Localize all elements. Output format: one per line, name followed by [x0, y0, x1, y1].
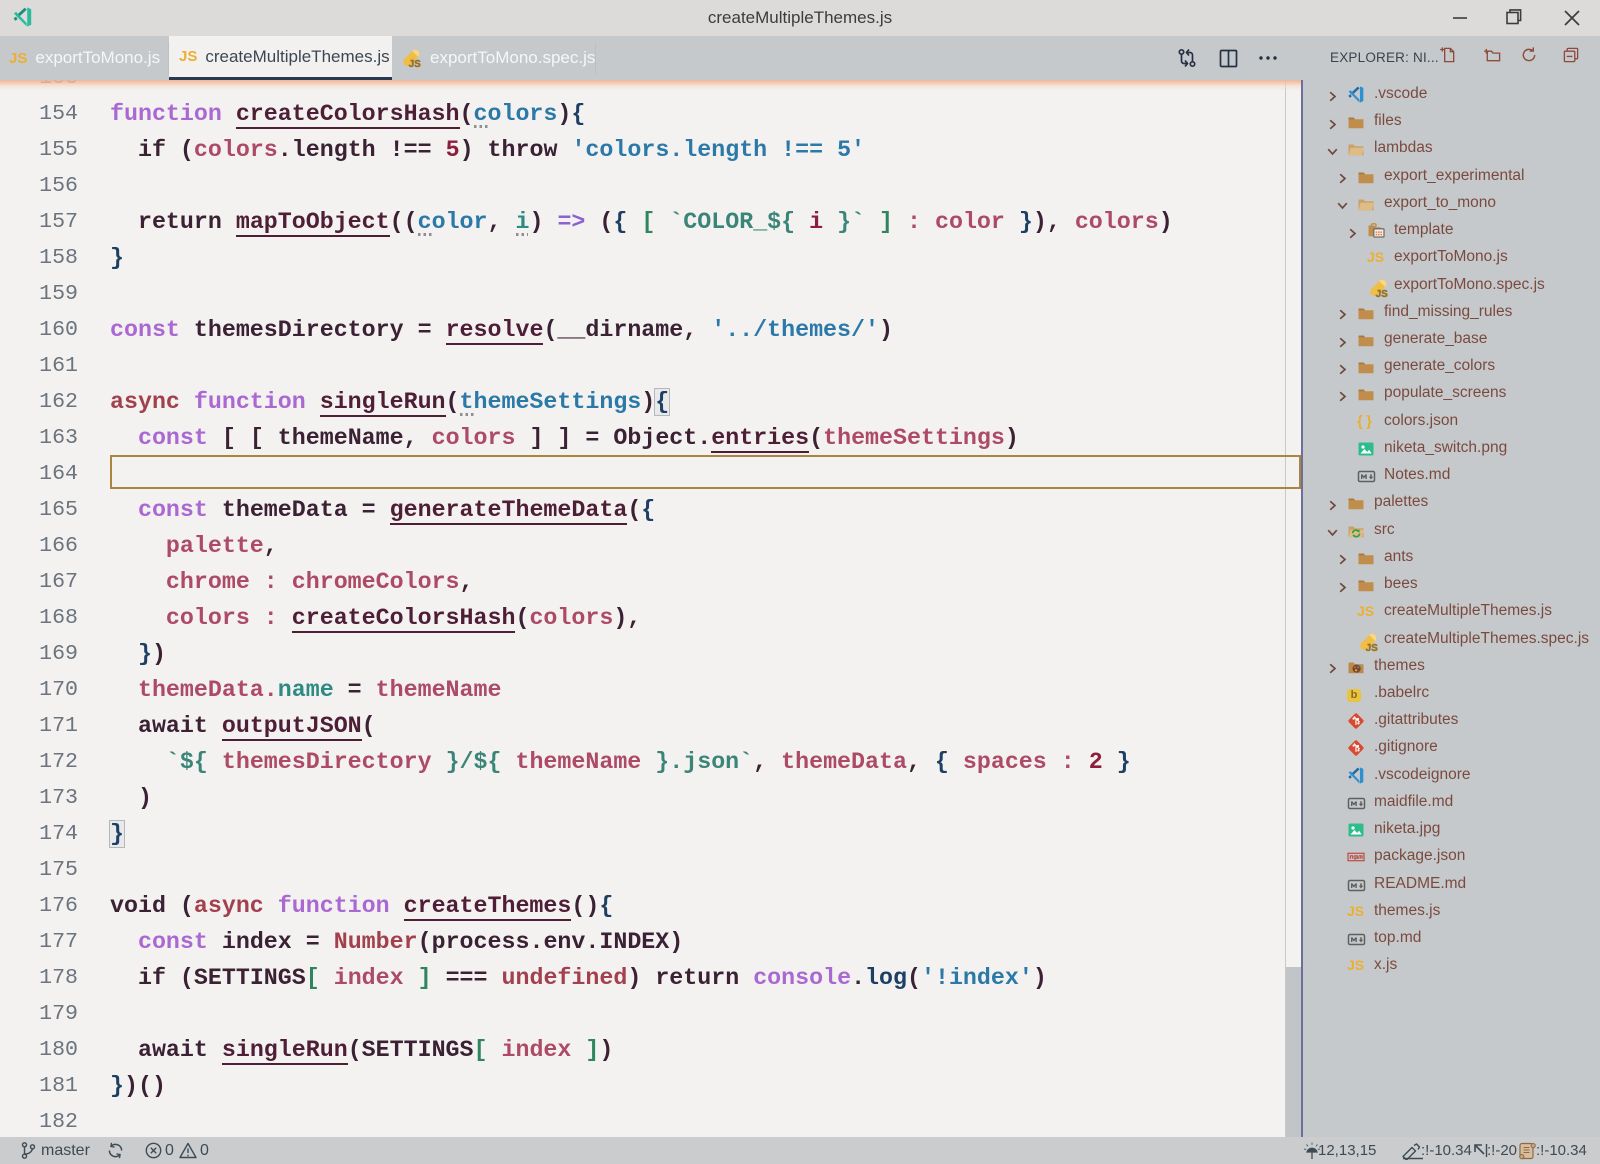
svg-text:JS: JS	[1376, 289, 1389, 299]
svg-text:JS: JS	[409, 59, 422, 69]
svg-text:JS: JS	[1366, 643, 1379, 653]
